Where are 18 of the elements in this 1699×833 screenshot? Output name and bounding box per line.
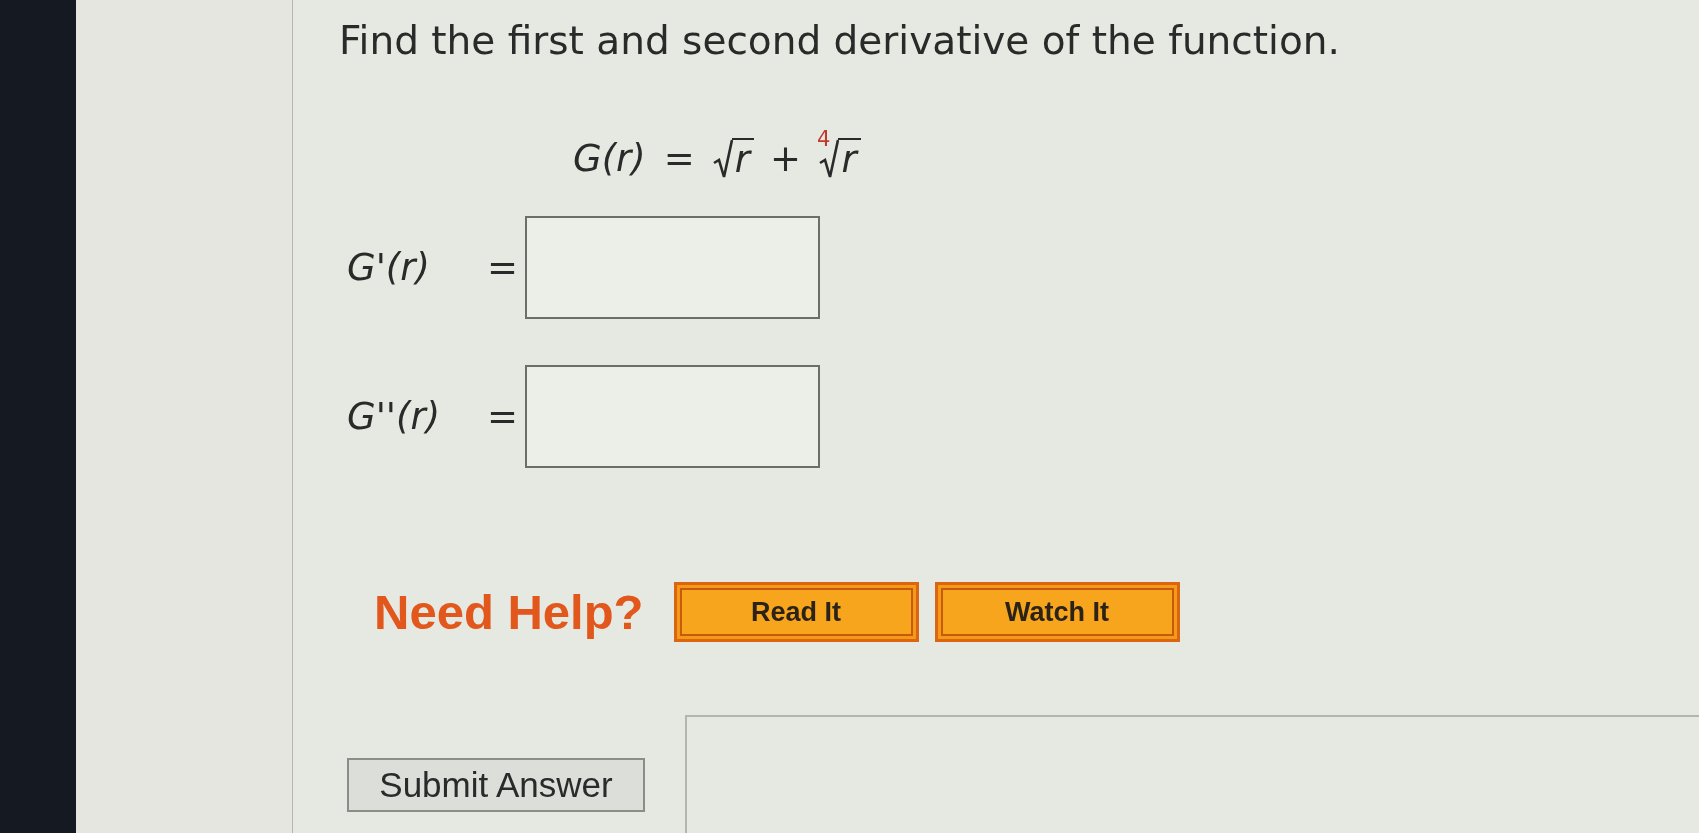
answer-box[interactable]	[525, 216, 820, 319]
radicand: r	[838, 138, 861, 180]
equals-sign: =	[663, 137, 695, 181]
plus-sign: +	[770, 137, 801, 181]
question-prompt: Find the first and second derivative of the function.	[339, 18, 1340, 64]
equals-sign: =	[487, 395, 519, 438]
submit-answer-button[interactable]: Submit Answer	[347, 758, 645, 812]
equals-sign: =	[487, 246, 519, 289]
help-button[interactable]: Watch It	[934, 582, 1180, 642]
radicand: r	[731, 138, 754, 180]
root-index: 4	[817, 129, 831, 150]
need-help-label: Need Help?	[374, 584, 644, 640]
radical-sign-icon	[712, 139, 733, 179]
derivative-label: G'(r)	[347, 246, 431, 289]
answer-box[interactable]	[525, 365, 820, 468]
derivative-label: G''(r)	[347, 395, 442, 438]
function-name: G(r)	[573, 137, 646, 181]
help-button[interactable]: Read It	[673, 582, 919, 642]
